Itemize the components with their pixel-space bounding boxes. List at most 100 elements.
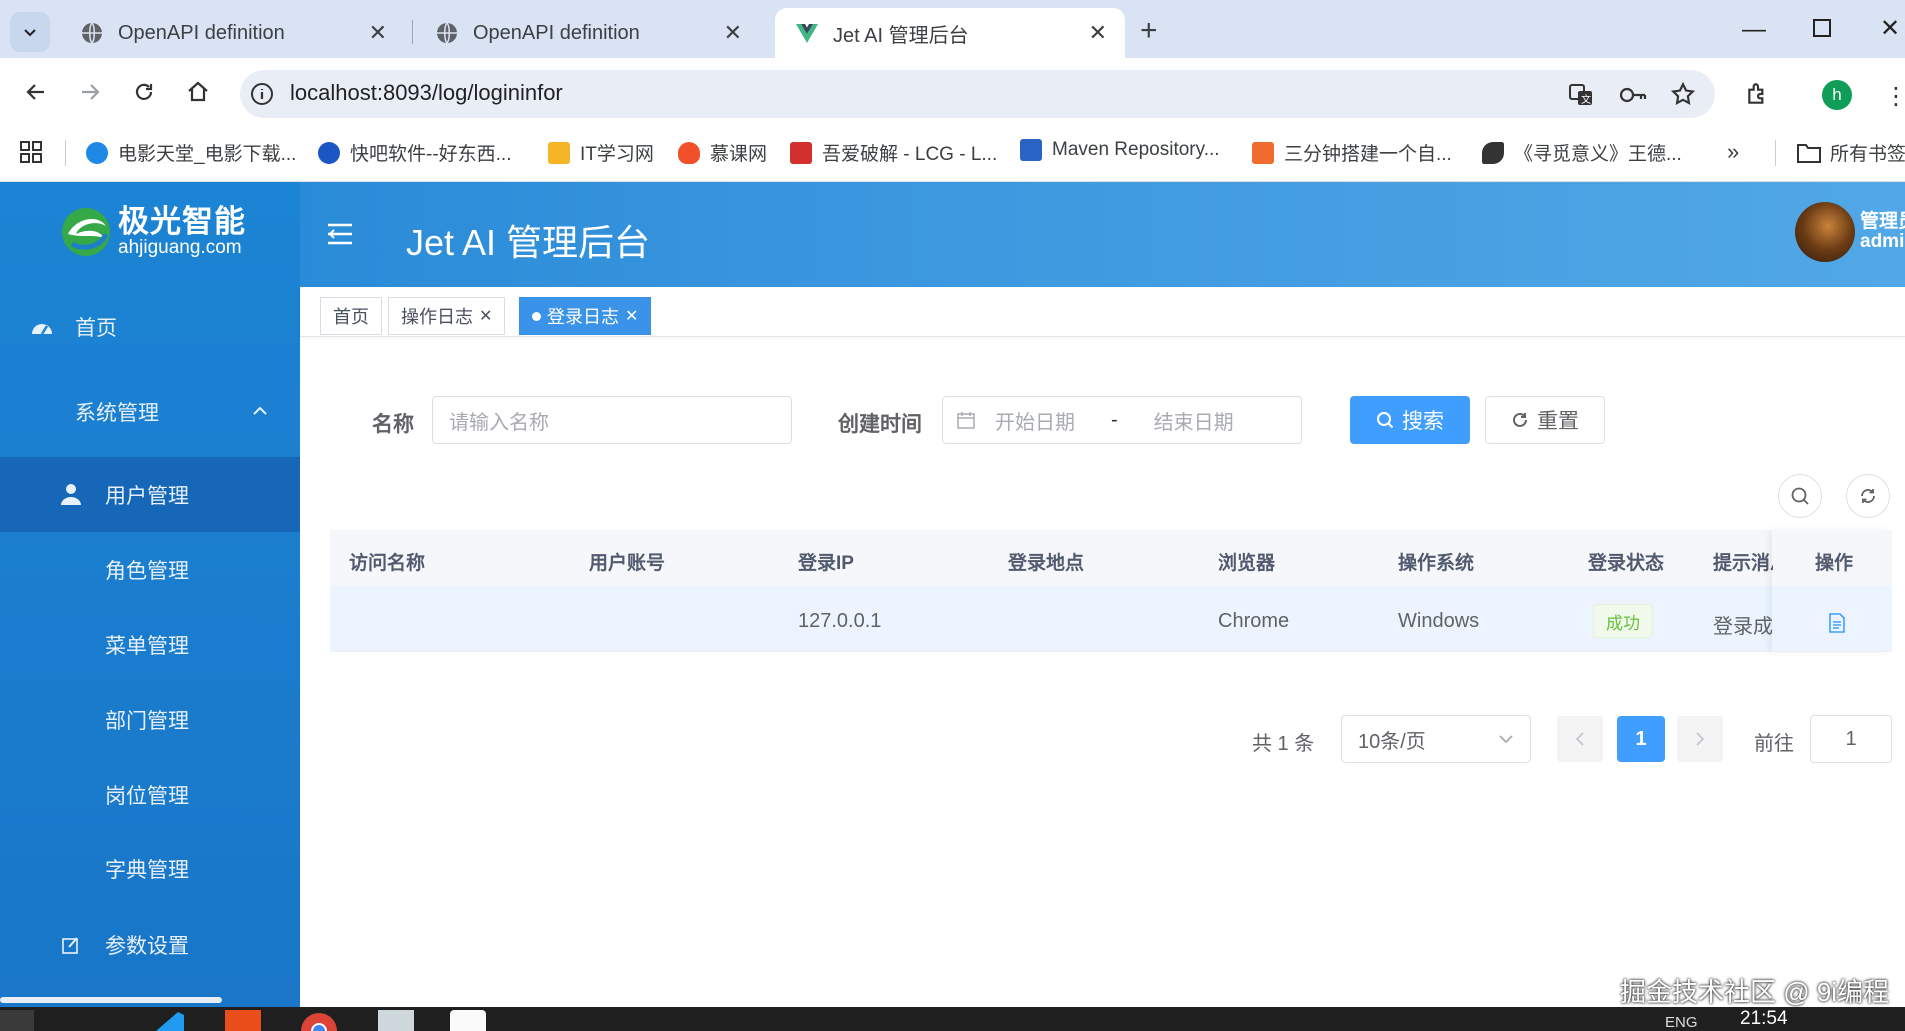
bookmark-item[interactable]: 《寻觅意义》王德...: [1482, 139, 1682, 166]
table-row[interactable]: [330, 586, 1892, 652]
menu-item-dept-management[interactable]: 部门管理: [0, 684, 300, 756]
page-number-button[interactable]: 1: [1617, 716, 1665, 762]
forward-arrow-icon[interactable]: [78, 80, 102, 104]
sidebar-scrollbar[interactable]: [0, 997, 222, 1003]
tag-operation-log[interactable]: 操作日志 ✕: [388, 297, 506, 335]
bookmark-item[interactable]: 三分钟搭建一个自...: [1252, 139, 1452, 166]
bookmark-label: IT学习网: [580, 144, 654, 165]
menu-item-param-settings[interactable]: 参数设置: [0, 909, 300, 981]
bookmark-label: 《寻觅意义》王德...: [1514, 144, 1682, 165]
toggle-search-button[interactable]: [1778, 474, 1822, 518]
page-size-select[interactable]: 10条/页: [1341, 715, 1531, 763]
refresh-table-button[interactable]: [1846, 474, 1890, 518]
password-key-icon[interactable]: [1618, 82, 1648, 108]
bookmark-item[interactable]: Maven Repository...: [1020, 139, 1220, 161]
menu-item-role-management[interactable]: 角色管理: [0, 534, 300, 606]
end-date-placeholder[interactable]: 结束日期: [1154, 406, 1234, 435]
search-button[interactable]: 搜索: [1350, 396, 1470, 444]
menu-label: 首页: [75, 317, 117, 340]
menu-item-user-management[interactable]: 用户管理: [0, 457, 300, 532]
document-icon[interactable]: [1828, 613, 1846, 633]
tag-home[interactable]: 首页: [320, 297, 382, 335]
browser-tab-active[interactable]: Jet AI 管理后台 ✕: [775, 8, 1125, 58]
tab-search-button[interactable]: [10, 12, 50, 52]
menu-label: 角色管理: [105, 560, 189, 583]
start-button[interactable]: [0, 1010, 34, 1031]
date-range-picker[interactable]: 开始日期 - 结束日期: [942, 396, 1302, 444]
bookmark-label: 吾爱破解 - LCG - L...: [822, 144, 998, 165]
chrome-taskbar-icon[interactable]: [298, 1010, 340, 1031]
bookmark-label: 三分钟搭建一个自...: [1284, 144, 1452, 165]
goto-page-input[interactable]: 1: [1810, 715, 1892, 763]
input-language[interactable]: ENG: [1665, 1014, 1698, 1031]
url-path: :8093/log/logininfor: [376, 80, 563, 105]
bookmark-item[interactable]: 电影天堂_电影下载...: [86, 139, 296, 166]
tag-login-log[interactable]: 登录日志 ✕: [519, 297, 652, 335]
total-count: 共 1 条: [1252, 733, 1315, 755]
extensions-puzzle-icon[interactable]: [1745, 81, 1771, 107]
close-icon[interactable]: ✕: [625, 306, 638, 326]
menu-item-menu-management[interactable]: 菜单管理: [0, 609, 300, 681]
hamburger-icon[interactable]: [326, 222, 354, 246]
menu-item-post-management[interactable]: 岗位管理: [0, 759, 300, 831]
profile-avatar[interactable]: h: [1822, 80, 1852, 110]
chevron-down-icon: [22, 24, 38, 40]
close-window-button[interactable]: ✕: [1880, 14, 1900, 43]
bookmarks-overflow-button[interactable]: »: [1727, 139, 1739, 165]
bookmark-label: 慕课网: [710, 144, 768, 165]
new-tab-button[interactable]: +: [1140, 14, 1158, 48]
all-bookmarks-button[interactable]: 所有书签: [1796, 139, 1905, 166]
bookmark-item[interactable]: 吾爱破解 - LCG - L...: [790, 139, 997, 166]
tag-label: 登录日志: [547, 307, 619, 327]
back-arrow-icon[interactable]: [24, 80, 48, 104]
bookmark-item[interactable]: 慕课网: [678, 139, 767, 166]
page-number: 1: [1635, 727, 1647, 750]
translate-icon[interactable]: 文: [1568, 82, 1594, 108]
close-icon[interactable]: ✕: [369, 22, 387, 44]
menu-item-dict-management[interactable]: 字典管理: [0, 833, 300, 905]
next-page-button[interactable]: [1677, 716, 1723, 762]
prev-page-button[interactable]: [1557, 716, 1603, 762]
user-info[interactable]: 管理员 admin: [1860, 212, 1905, 252]
vscode-taskbar-icon[interactable]: [148, 1010, 188, 1031]
bookmark-item[interactable]: 快吧软件--好东西...: [318, 139, 512, 166]
menu-label: 参数设置: [105, 935, 189, 958]
intellij-taskbar-icon[interactable]: [225, 1010, 261, 1031]
bookmark-item[interactable]: IT学习网: [548, 139, 654, 166]
bookmark-label: 快吧软件--好东西...: [350, 144, 512, 165]
globe-icon: [435, 21, 459, 45]
name-input[interactable]: 请输入名称: [432, 396, 792, 444]
start-date-placeholder[interactable]: 开始日期: [995, 406, 1075, 435]
system-clock[interactable]: 21:54: [1740, 1008, 1788, 1030]
goto-label: 前往: [1754, 733, 1794, 755]
calendar-icon: [957, 411, 975, 429]
menu-label: 菜单管理: [105, 635, 189, 658]
more-menu-icon[interactable]: ⋮: [1884, 82, 1905, 111]
menu-item-system[interactable]: 系统管理: [0, 377, 300, 447]
apps-grid-icon[interactable]: [20, 141, 42, 163]
reload-icon[interactable]: [132, 80, 156, 104]
minimize-button[interactable]: —: [1742, 16, 1766, 44]
home-icon[interactable]: [186, 80, 210, 104]
goto-value: 1: [1845, 727, 1857, 750]
user-role: 管理员: [1860, 211, 1905, 232]
maximize-button[interactable]: [1812, 18, 1832, 38]
close-icon[interactable]: ✕: [724, 22, 742, 44]
chevron-down-icon: [1498, 733, 1514, 745]
menu-item-home[interactable]: 首页: [0, 292, 300, 362]
browser-tab-2[interactable]: OpenAPI definition ✕: [415, 8, 760, 58]
app-header: Jet AI 管理后台 管理员 admin: [300, 182, 1905, 287]
tab-divider: [412, 20, 413, 44]
brand-logo[interactable]: 极光智能 ahjiguang.com: [58, 204, 246, 260]
close-icon[interactable]: ✕: [479, 306, 492, 326]
typora-taskbar-icon[interactable]: [450, 1010, 486, 1031]
reset-button[interactable]: 重置: [1485, 396, 1605, 444]
tag-label: 首页: [333, 307, 369, 327]
bookmark-star-icon[interactable]: [1670, 81, 1696, 107]
site-info-icon[interactable]: [250, 82, 274, 106]
explorer-taskbar-icon[interactable]: [378, 1010, 414, 1031]
bookmark-favicon: [678, 141, 700, 164]
user-avatar[interactable]: [1795, 202, 1855, 262]
close-icon[interactable]: ✕: [1089, 22, 1107, 44]
browser-tab-1[interactable]: OpenAPI definition ✕: [60, 8, 405, 58]
